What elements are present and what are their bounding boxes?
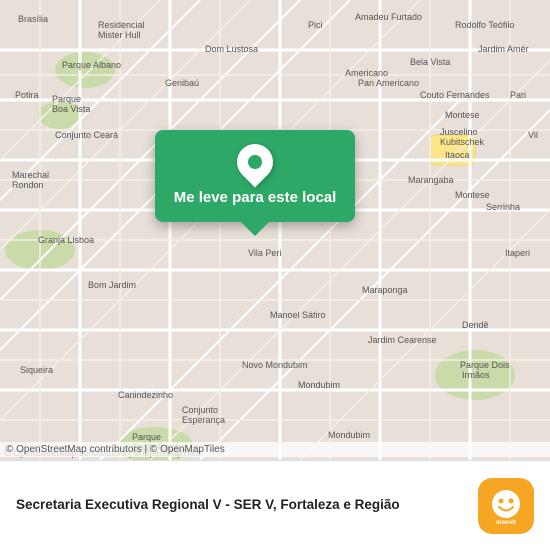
svg-text:Amadeu Furtado: Amadeu Furtado	[355, 12, 422, 22]
svg-text:Pici: Pici	[308, 20, 323, 30]
svg-text:Canindezinho: Canindezinho	[118, 390, 173, 400]
svg-text:Conjunto Ceará: Conjunto Ceará	[55, 130, 118, 140]
svg-text:Bom Jardim: Bom Jardim	[88, 280, 136, 290]
moovit-logo[interactable]: moovit	[478, 478, 534, 534]
svg-text:Marechal: Marechal	[12, 170, 49, 180]
svg-text:moovit: moovit	[496, 520, 516, 526]
svg-text:Juscelino: Juscelino	[440, 127, 478, 137]
svg-text:Maraponga: Maraponga	[362, 285, 408, 295]
svg-text:Rondon: Rondon	[12, 180, 44, 190]
svg-text:Manoel Sátiro: Manoel Sátiro	[270, 310, 326, 320]
popup-text: Me leve para este local	[171, 188, 339, 208]
svg-text:Mondubim: Mondubim	[328, 430, 370, 440]
svg-text:Parque Dois: Parque Dois	[460, 360, 510, 370]
svg-text:Montese: Montese	[455, 190, 490, 200]
svg-text:Jardim Cearense: Jardim Cearense	[368, 335, 437, 345]
svg-text:Granja Lisboa: Granja Lisboa	[38, 235, 94, 245]
svg-text:Pan Americano: Pan Americano	[358, 78, 419, 88]
bottom-panel: Secretaria Executiva Regional V - SER V,…	[0, 460, 550, 550]
svg-text:Brasília: Brasília	[18, 14, 48, 24]
svg-text:Residencial: Residencial	[98, 20, 145, 30]
svg-text:Siqueira: Siqueira	[20, 365, 53, 375]
svg-text:Genibaú: Genibaú	[165, 78, 199, 88]
svg-text:Couto Fernandes: Couto Fernandes	[420, 90, 490, 100]
svg-text:Mondubim: Mondubim	[298, 380, 340, 390]
svg-text:Jardim Amér: Jardim Amér	[478, 44, 529, 54]
svg-text:Rodolfo Teófilo: Rodolfo Teófilo	[455, 20, 514, 30]
svg-text:Vila Peri: Vila Peri	[248, 248, 281, 258]
svg-text:Dendê: Dendê	[462, 320, 489, 330]
svg-text:Itaperi: Itaperi	[505, 248, 530, 258]
map-popup[interactable]: Me leve para este local	[155, 130, 355, 222]
svg-text:Novo Mondubim: Novo Mondubim	[242, 360, 308, 370]
svg-text:Marangaba: Marangaba	[408, 175, 454, 185]
svg-text:Itaoca: Itaoca	[445, 150, 470, 160]
svg-text:Mister Hull: Mister Hull	[98, 30, 141, 40]
svg-text:Serrinha: Serrinha	[486, 202, 520, 212]
svg-text:Parque: Parque	[52, 94, 81, 104]
svg-text:Conjunto: Conjunto	[182, 405, 218, 415]
map-attribution: © OpenStreetMap contributors | © OpenMap…	[0, 442, 550, 457]
popup-pin-icon	[230, 137, 281, 188]
location-title: Secretaria Executiva Regional V - SER V,…	[16, 496, 466, 515]
svg-text:Pari: Pari	[510, 90, 526, 100]
svg-text:Bela Vista: Bela Vista	[410, 57, 450, 67]
svg-text:Dom Lustosa: Dom Lustosa	[205, 44, 258, 54]
svg-text:Vil: Vil	[528, 130, 538, 140]
map-container: Brasília Residencial Mister Hull Pici Am…	[0, 0, 550, 460]
svg-text:Kubitschek: Kubitschek	[440, 137, 485, 147]
svg-text:Parque: Parque	[132, 432, 161, 442]
svg-text:Parque Albano: Parque Albano	[62, 60, 121, 70]
svg-text:Montese: Montese	[445, 110, 480, 120]
moovit-icon: moovit	[484, 484, 528, 528]
svg-text:Potira: Potira	[15, 90, 39, 100]
svg-text:Americano: Americano	[345, 68, 388, 78]
svg-text:Irmãos: Irmãos	[462, 370, 490, 380]
location-info: Secretaria Executiva Regional V - SER V,…	[16, 496, 466, 515]
svg-text:Boa Vista: Boa Vista	[52, 104, 90, 114]
svg-text:Esperança: Esperança	[182, 415, 225, 425]
